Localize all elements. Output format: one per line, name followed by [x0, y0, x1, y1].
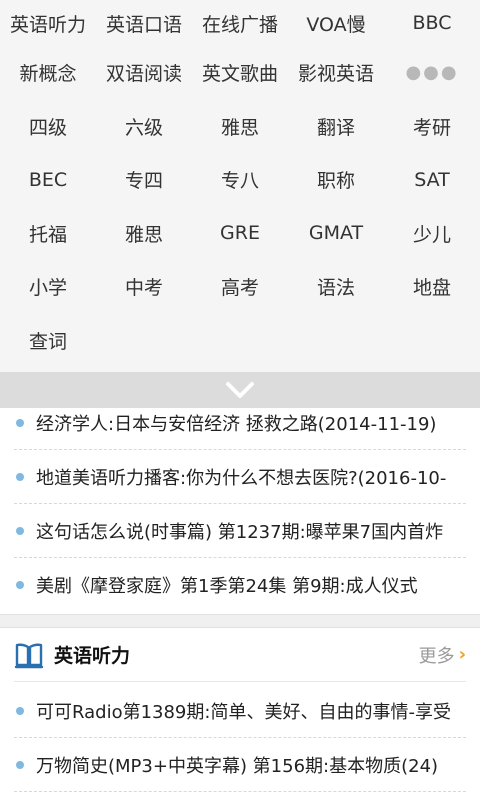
news-list: 经济学人:日本与安倍经济 拯救之路(2014-11-19) 地道美语听力播客:你… — [0, 396, 480, 612]
category-movie-english[interactable]: 影视英语 — [288, 59, 384, 86]
category-new-concept[interactable]: 新概念 — [0, 59, 96, 86]
bullet-dot-icon — [16, 760, 24, 769]
category-grid: 英语听力 英语口语 在线广播 VOA慢 BBC 新概念 双语阅读 英文歌曲 影视… — [0, 0, 480, 372]
category-gre[interactable]: GRE — [192, 222, 288, 244]
category-translation[interactable]: 翻译 — [288, 113, 384, 140]
category-zhongkao[interactable]: 中考 — [96, 273, 192, 300]
chevron-right-icon: › — [458, 644, 466, 665]
news-title: 地道美语听力播客:你为什么不想去医院?(2016-10- — [36, 467, 447, 489]
category-ielts[interactable]: 雅思 — [192, 113, 288, 140]
section-header-listening: 英语听力 更多 › — [14, 628, 466, 682]
category-cet6[interactable]: 六级 — [96, 113, 192, 140]
category-tem4[interactable]: 专四 — [96, 166, 192, 193]
list-item[interactable]: 地道美语听力播客:你为什么不想去医院?(2016-10- — [14, 450, 466, 504]
category-primary-school[interactable]: 小学 — [0, 273, 96, 300]
category-oral-english[interactable]: 英语口语 — [96, 10, 192, 37]
category-row: 查词 — [0, 314, 480, 368]
category-professional-title[interactable]: 职称 — [288, 166, 384, 193]
category-bbc[interactable]: BBC — [384, 12, 480, 34]
category-row: 英语听力 英语口语 在线广播 VOA慢 BBC — [0, 0, 480, 46]
category-gaokao[interactable]: 高考 — [192, 273, 288, 300]
more-label: 更多 — [418, 645, 455, 667]
category-kids[interactable]: 少儿 — [384, 220, 480, 247]
category-my-space[interactable]: 地盘 — [384, 273, 480, 300]
category-kaoyan[interactable]: 考研 — [384, 113, 480, 140]
category-row: BEC 专四 专八 职称 SAT — [0, 153, 480, 207]
bullet-dot-icon — [16, 418, 24, 427]
category-english-songs[interactable]: 英文歌曲 — [192, 59, 288, 86]
news-title: 经济学人:日本与安倍经济 拯救之路(2014-11-19) — [36, 413, 437, 435]
bullet-dot-icon — [16, 706, 24, 715]
category-row: 四级 六级 雅思 翻译 考研 — [0, 100, 480, 154]
section-title: 英语听力 — [54, 645, 131, 667]
list-item[interactable]: 这句话怎么说(时事篇) 第1237期:曝苹果7国内首炸 — [14, 504, 466, 558]
list-item[interactable]: 经济学人:日本与安倍经济 拯救之路(2014-11-19) — [14, 396, 466, 450]
category-row: 小学 中考 高考 语法 地盘 — [0, 260, 480, 314]
news-title: 万物简史(MP3+中英字幕) 第156期:基本物质(24) — [36, 755, 439, 777]
section-news-list: 可可Radio第1389期:简单、美好、自由的事情-享受 万物简史(MP3+中英… — [0, 684, 480, 792]
more-dots-icon[interactable]: ●●● — [384, 62, 480, 83]
category-ielts-2[interactable]: 雅思 — [96, 220, 192, 247]
more-link[interactable]: 更多 › — [419, 642, 466, 668]
bullet-dot-icon — [16, 472, 24, 481]
category-grammar[interactable]: 语法 — [288, 273, 384, 300]
category-row: 新概念 双语阅读 英文歌曲 影视英语 ●●● — [0, 46, 480, 100]
category-row: 托福 雅思 GRE GMAT 少儿 — [0, 207, 480, 261]
category-voa-slow[interactable]: VOA慢 — [288, 10, 384, 37]
category-tem8[interactable]: 专八 — [192, 166, 288, 193]
category-toefl[interactable]: 托福 — [0, 220, 96, 247]
category-bilingual-reading[interactable]: 双语阅读 — [96, 59, 192, 86]
list-item[interactable]: 万物简史(MP3+中英字幕) 第156期:基本物质(24) — [14, 738, 466, 792]
bullet-dot-icon — [16, 526, 24, 535]
news-title: 美剧《摩登家庭》第1季第24集 第9期:成人仪式 — [36, 576, 418, 597]
category-online-radio[interactable]: 在线广播 — [192, 10, 288, 37]
category-sat[interactable]: SAT — [384, 169, 480, 191]
book-icon — [14, 643, 44, 668]
bullet-dot-icon — [16, 581, 24, 589]
category-dictionary[interactable]: 查词 — [0, 327, 96, 354]
list-item[interactable]: 可可Radio第1389期:简单、美好、自由的事情-享受 — [14, 684, 466, 738]
news-title: 可可Radio第1389期:简单、美好、自由的事情-享受 — [36, 701, 451, 723]
list-item[interactable]: 美剧《摩登家庭》第1季第24集 第9期:成人仪式 — [14, 558, 466, 612]
news-title: 这句话怎么说(时事篇) 第1237期:曝苹果7国内首炸 — [36, 521, 444, 543]
category-cet4[interactable]: 四级 — [0, 113, 96, 140]
category-english-listening[interactable]: 英语听力 — [0, 10, 96, 37]
category-bec[interactable]: BEC — [0, 169, 96, 191]
category-gmat[interactable]: GMAT — [288, 222, 384, 244]
section-divider — [0, 614, 480, 628]
